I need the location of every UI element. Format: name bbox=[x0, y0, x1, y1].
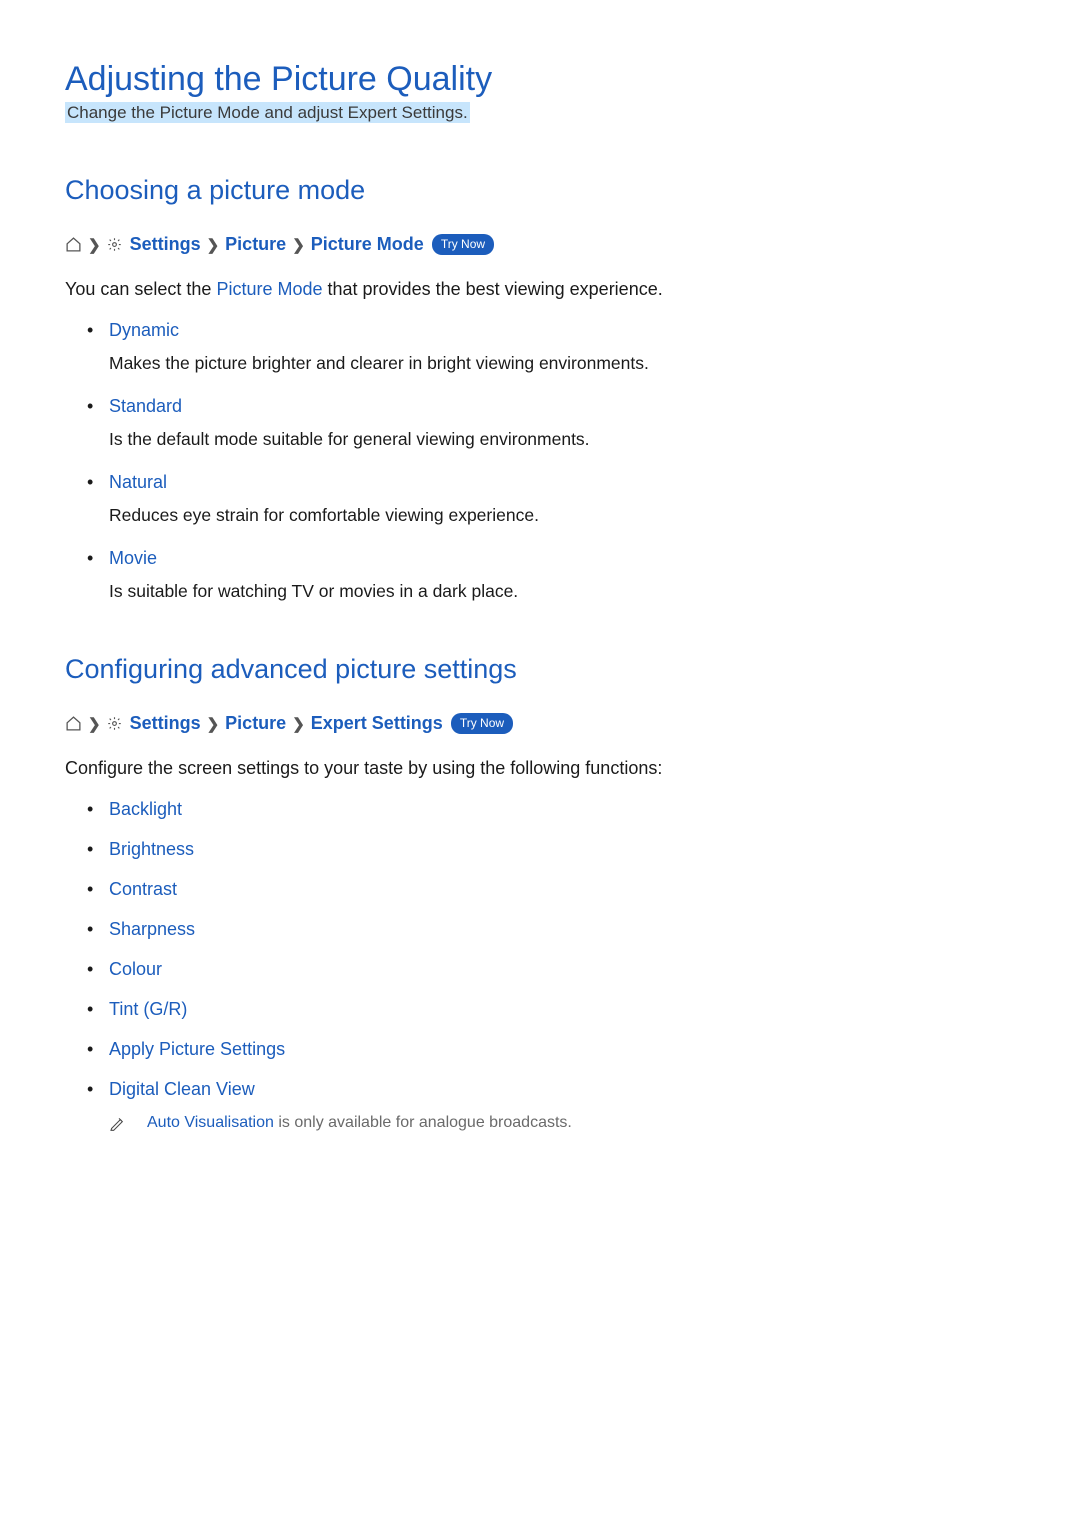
list-item: Dynamic Makes the picture brighter and c… bbox=[87, 320, 1015, 374]
breadcrumb-expert-settings[interactable]: Expert Settings bbox=[311, 713, 443, 734]
list-item: Brightness bbox=[87, 839, 1015, 860]
breadcrumb-picture-mode[interactable]: Picture Mode bbox=[311, 234, 424, 255]
setting-sharpness: Sharpness bbox=[109, 919, 195, 939]
chevron-right-icon: ❯ bbox=[292, 236, 305, 254]
breadcrumb-settings[interactable]: Settings bbox=[130, 713, 201, 734]
expert-settings-list: Backlight Brightness Contrast Sharpness … bbox=[65, 799, 1015, 1132]
setting-colour: Colour bbox=[109, 959, 162, 979]
chevron-right-icon: ❯ bbox=[207, 715, 220, 733]
page-title: Adjusting the Picture Quality bbox=[65, 60, 1015, 99]
chevron-right-icon: ❯ bbox=[88, 236, 101, 254]
gear-icon bbox=[107, 716, 122, 731]
picture-mode-list: Dynamic Makes the picture brighter and c… bbox=[65, 320, 1015, 602]
list-item: Colour bbox=[87, 959, 1015, 980]
note: Auto Visualisation is only available for… bbox=[109, 1114, 1015, 1132]
chevron-right-icon: ❯ bbox=[88, 715, 101, 733]
chevron-right-icon: ❯ bbox=[292, 715, 305, 733]
note-text: is only available for analogue broadcast… bbox=[274, 1114, 572, 1131]
gear-icon bbox=[107, 237, 122, 252]
mode-natural: Natural bbox=[109, 472, 1015, 493]
setting-contrast: Contrast bbox=[109, 879, 177, 899]
list-item: Tint (G/R) bbox=[87, 999, 1015, 1020]
note-auto-visualisation: Auto Visualisation bbox=[147, 1114, 274, 1131]
list-item: Standard Is the default mode suitable fo… bbox=[87, 396, 1015, 450]
setting-tint: Tint (G/R) bbox=[109, 999, 187, 1019]
home-icon bbox=[65, 715, 82, 732]
breadcrumb-picture-mode: ❯ Settings ❯ Picture ❯ Picture Mode Try … bbox=[65, 234, 1015, 255]
mode-movie: Movie bbox=[109, 548, 1015, 569]
try-now-badge[interactable]: Try Now bbox=[432, 234, 494, 255]
try-now-badge[interactable]: Try Now bbox=[451, 713, 513, 734]
breadcrumb-picture[interactable]: Picture bbox=[225, 234, 286, 255]
mode-dynamic-desc: Makes the picture brighter and clearer i… bbox=[109, 353, 1015, 374]
text: You can select the bbox=[65, 279, 216, 299]
list-item: Movie Is suitable for watching TV or mov… bbox=[87, 548, 1015, 602]
text: that provides the best viewing experienc… bbox=[323, 279, 663, 299]
section1-intro: You can select the Picture Mode that pro… bbox=[65, 279, 1015, 300]
list-item: Contrast bbox=[87, 879, 1015, 900]
section-choosing-picture-mode: Choosing a picture mode bbox=[65, 175, 1015, 206]
mode-dynamic: Dynamic bbox=[109, 320, 1015, 341]
chevron-right-icon: ❯ bbox=[207, 236, 220, 254]
section2-intro: Configure the screen settings to your ta… bbox=[65, 758, 1015, 779]
breadcrumb-settings[interactable]: Settings bbox=[130, 234, 201, 255]
mode-natural-desc: Reduces eye strain for comfortable viewi… bbox=[109, 505, 1015, 526]
section-configuring-advanced: Configuring advanced picture settings bbox=[65, 654, 1015, 685]
breadcrumb-expert-settings: ❯ Settings ❯ Picture ❯ Expert Settings T… bbox=[65, 713, 1015, 734]
page-subtitle: Change the Picture Mode and adjust Exper… bbox=[65, 102, 470, 123]
setting-brightness: Brightness bbox=[109, 839, 194, 859]
note-icon bbox=[109, 1115, 125, 1131]
setting-backlight: Backlight bbox=[109, 799, 182, 819]
breadcrumb-picture[interactable]: Picture bbox=[225, 713, 286, 734]
home-icon bbox=[65, 236, 82, 253]
mode-standard: Standard bbox=[109, 396, 1015, 417]
mode-movie-desc: Is suitable for watching TV or movies in… bbox=[109, 581, 1015, 602]
picture-mode-link[interactable]: Picture Mode bbox=[216, 279, 322, 299]
list-item: Backlight bbox=[87, 799, 1015, 820]
setting-apply-picture: Apply Picture Settings bbox=[109, 1039, 285, 1059]
list-item: Apply Picture Settings bbox=[87, 1039, 1015, 1060]
list-item: Natural Reduces eye strain for comfortab… bbox=[87, 472, 1015, 526]
list-item: Digital Clean View Auto Visualisation is… bbox=[87, 1079, 1015, 1132]
list-item: Sharpness bbox=[87, 919, 1015, 940]
mode-standard-desc: Is the default mode suitable for general… bbox=[109, 429, 1015, 450]
setting-digital-clean-view: Digital Clean View bbox=[109, 1079, 255, 1099]
